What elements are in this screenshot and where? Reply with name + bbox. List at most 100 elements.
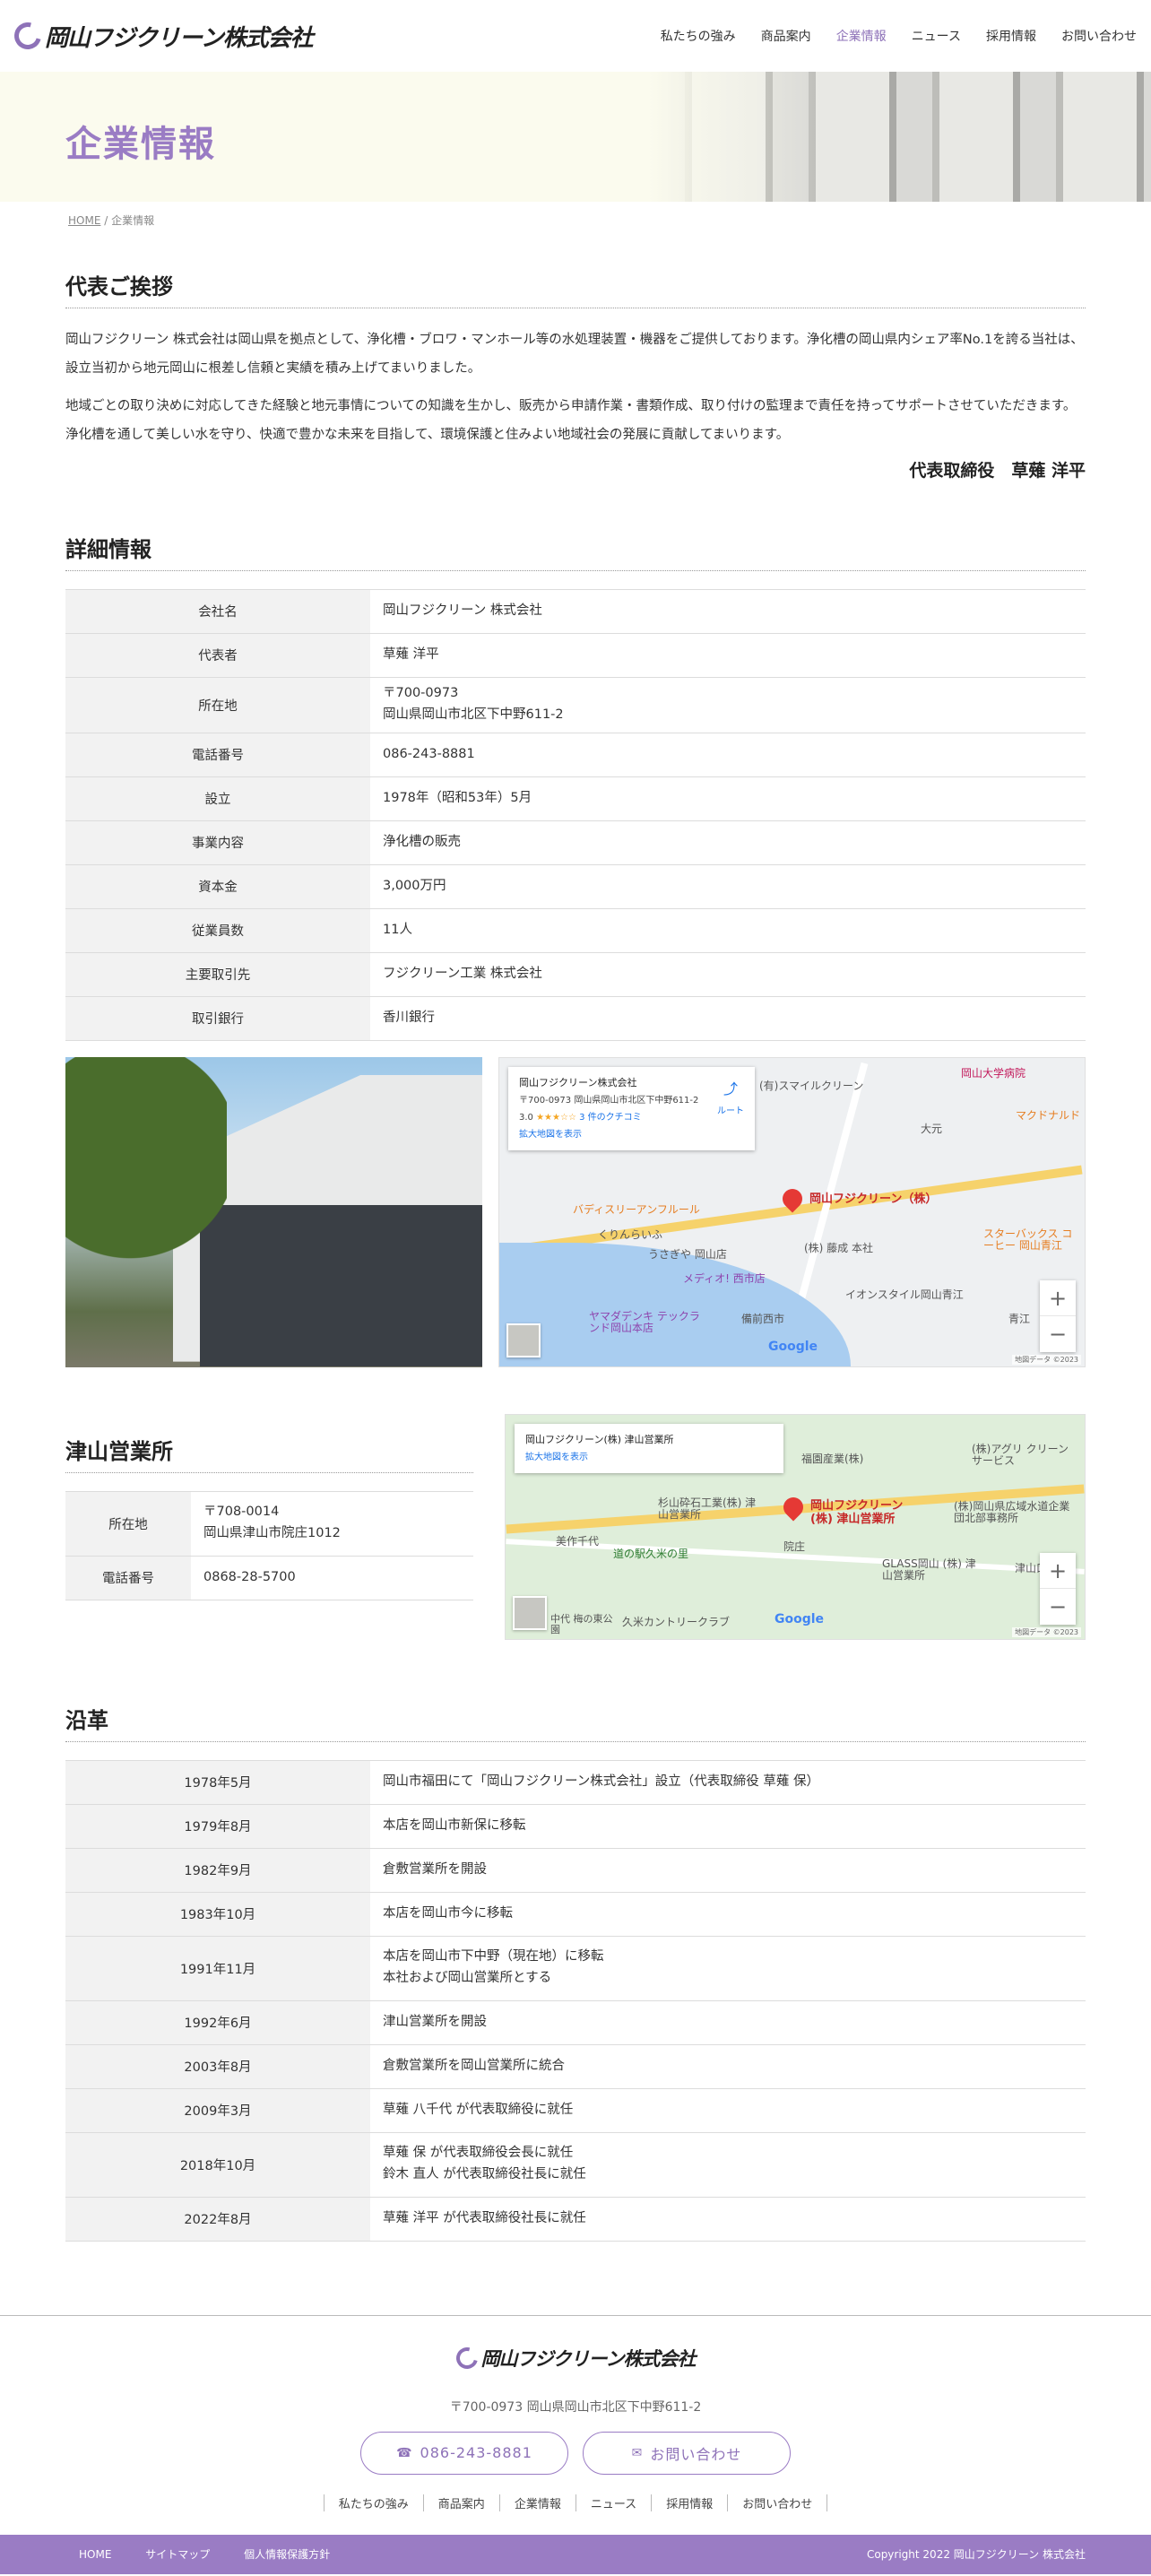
row-key: 1978年5月	[65, 1759, 370, 1805]
row-key: 1992年6月	[65, 2000, 370, 2045]
table-row: 1979年8月 本店を岡山市新保に移転	[65, 1804, 1086, 1849]
photo-entrance	[200, 1204, 482, 1366]
nav-company[interactable]: 企業情報	[824, 27, 899, 45]
footer-link-news[interactable]: ニュース	[576, 2494, 653, 2511]
row-value-line: 草薙 洋平	[383, 646, 439, 662]
row-value: 〒708-0014 岡山県津山市院庄1012	[191, 1490, 473, 1557]
footer-link-products[interactable]: 商品案内	[424, 2494, 500, 2511]
table-row: 2018年10月 草薙 保 が代表取締役会長に就任 鈴木 直人 が代表取締役社長に就…	[65, 2132, 1086, 2198]
row-key: 1983年10月	[65, 1892, 370, 1937]
bottom-link-home[interactable]: HOME	[79, 2548, 111, 2561]
zoom-out-button[interactable]: −	[1040, 1316, 1076, 1352]
phone-button[interactable]: ☎ 086-243-8881	[360, 2431, 568, 2475]
map-label: (株)岡山県広域水道企業団北部事務所	[954, 1499, 1070, 1525]
map-label: 久米カントリークラブ	[622, 1615, 731, 1628]
map-label: メディオ! 西市店	[683, 1271, 766, 1285]
phone-icon: ☎	[396, 2445, 413, 2460]
breadcrumb-current: 企業情報	[111, 214, 155, 227]
footer-link-strengths[interactable]: 私たちの強み	[323, 2494, 424, 2511]
map-label: うさぎや 岡山店	[648, 1247, 727, 1261]
office-photo	[65, 1056, 482, 1367]
tsuyama-info: 津山営業所 所在地 〒708-0014 岡山県津山市院庄1012 電話番号 0868-…	[65, 1414, 473, 1640]
map-label: GLASS岡山 (株) 津山営業所	[882, 1557, 976, 1583]
greeting-title: 代表ご挨拶	[65, 269, 1086, 308]
map-label: 道の駅久米の里	[613, 1547, 689, 1560]
row-value: 草薙 洋平 が代表取締役社長に就任	[370, 2197, 1086, 2242]
row-value: 香川銀行	[370, 996, 1086, 1041]
logo-icon	[9, 17, 47, 55]
zoom-in-button[interactable]: +	[1040, 1553, 1076, 1589]
tsuyama-map[interactable]: 岡山フジクリーン (株) 津山営業所 福園産業(株) (株)アグリ クリーンサー…	[505, 1413, 1086, 1640]
map-label: (有)スマイルクリーン	[759, 1079, 864, 1092]
map-label: イオンスタイル岡山青江	[845, 1288, 964, 1301]
breadcrumb-home[interactable]: HOME	[68, 214, 100, 227]
table-row: 1982年9月 倉敷営業所を開設	[65, 1848, 1086, 1893]
zoom-out-button[interactable]: −	[1040, 1589, 1076, 1625]
bottom-link-privacy[interactable]: 個人情報保護方針	[244, 2548, 330, 2561]
nav-strengths[interactable]: 私たちの強み	[648, 27, 749, 45]
map-rating-value: 3.0	[519, 1113, 533, 1123]
contact-button[interactable]: ✉ お問い合わせ	[583, 2431, 791, 2475]
site-logo[interactable]: 岡山フジクリーン株式会社	[9, 17, 314, 55]
map-label: (株)アグリ クリーンサービス	[972, 1442, 1069, 1468]
photo-tree	[65, 1056, 227, 1367]
row-value: 11人	[370, 908, 1086, 953]
map-pin-label: 岡山フジクリーン（株）	[809, 1192, 938, 1206]
table-row: 2003年8月 倉敷営業所を岡山営業所に統合	[65, 2044, 1086, 2089]
nav-contact[interactable]: お問い合わせ	[1049, 27, 1137, 45]
footer-link-company[interactable]: 企業情報	[500, 2494, 576, 2511]
row-key: 2022年8月	[65, 2197, 370, 2242]
map-info-card: 岡山フジクリーン(株) 津山営業所 拡大地図を表示	[515, 1423, 783, 1474]
row-key: 2009年3月	[65, 2088, 370, 2133]
page-title: 企業情報	[65, 124, 216, 165]
row-key: 会社名	[65, 588, 370, 634]
map-info-card: 岡山フジクリーン株式会社 〒700-0973 岡山県岡山市北区下中野611-2 …	[508, 1066, 755, 1151]
logo-icon	[452, 2343, 481, 2372]
office-media-row: 岡山フジクリーン（株） (有)スマイルクリーン 岡山大学病院 大元 マクドナルド…	[65, 1056, 1086, 1367]
row-value-line: 鈴木 直人 が代表取締役社長に就任	[383, 2167, 586, 2182]
row-value-line: 0868-28-5700	[203, 1569, 296, 1584]
row-value: 草薙 洋平	[370, 633, 1086, 678]
head-office-map[interactable]: 岡山フジクリーン（株） (有)スマイルクリーン 岡山大学病院 大元 マクドナルド…	[498, 1056, 1086, 1367]
map-label: 大元	[921, 1122, 943, 1135]
row-value-line: 岡山県津山市院庄1012	[203, 1526, 341, 1541]
map-directions-button[interactable]: ⤴ ルート	[717, 1076, 744, 1120]
map-larger-link[interactable]: 拡大地図を表示	[525, 1449, 773, 1466]
row-key: 2003年8月	[65, 2044, 370, 2089]
row-value-line: 草薙 保 が代表取締役会長に就任	[383, 2146, 574, 2161]
row-value-line: 倉敷営業所を岡山営業所に統合	[383, 2058, 565, 2073]
table-row: 電話番号 086-243-8881	[65, 733, 1086, 777]
nav-products[interactable]: 商品案内	[749, 27, 824, 45]
map-zoom-control: + −	[1040, 1552, 1076, 1625]
row-value-line: 本店を岡山市下中野（現在地）に移転	[383, 1949, 604, 1965]
row-value-line: 本店を岡山市今に移転	[383, 1905, 513, 1921]
nav-news[interactable]: ニュース	[899, 27, 974, 45]
map-larger-link[interactable]: 拡大地図を表示	[519, 1126, 744, 1143]
footer-address: 〒700-0973 岡山県岡山市北区下中野611-2	[449, 2399, 702, 2415]
map-satellite-toggle[interactable]	[513, 1595, 547, 1630]
map-label: 杉山砕石工業(株) 津山営業所	[658, 1496, 757, 1522]
table-row: 1992年6月 津山営業所を開設	[65, 2000, 1086, 2045]
map-satellite-toggle[interactable]	[506, 1323, 541, 1357]
table-row: 従業員数 11人	[65, 908, 1086, 953]
table-row: 事業内容 浄化槽の販売	[65, 820, 1086, 865]
row-value-line: 3,000万円	[383, 878, 446, 893]
row-key: 1982年9月	[65, 1848, 370, 1893]
row-value-line: 草薙 八千代 が代表取締役に就任	[383, 2102, 574, 2117]
row-key: 所在地	[65, 1490, 191, 1557]
footer-link-contact[interactable]: お問い合わせ	[728, 2494, 828, 2511]
bottom-link-sitemap[interactable]: サイトマップ	[145, 2548, 210, 2561]
history-section: 沿革 1978年5月 岡山市福田にて「岡山フジクリーン株式会社」設立（代表取締役 …	[65, 1703, 1086, 2242]
zoom-in-button[interactable]: +	[1040, 1280, 1076, 1316]
footer-link-recruit[interactable]: 採用情報	[652, 2494, 729, 2511]
tsuyama-section: 津山営業所 所在地 〒708-0014 岡山県津山市院庄1012 電話番号 0868-…	[65, 1413, 1086, 1640]
map-reviews-link[interactable]: 3 件のクチコミ	[579, 1113, 642, 1123]
footer-logo[interactable]: 岡山フジクリーン株式会社	[452, 2343, 696, 2372]
row-key: 電話番号	[65, 1556, 191, 1600]
row-key: 所在地	[65, 677, 370, 733]
map-label: 備前西市	[741, 1312, 785, 1325]
main-content: 代表ご挨拶 岡山フジクリーン 株式会社は岡山県を拠点として、浄化槽・ブロワ・マン…	[65, 269, 1086, 2242]
nav-recruit[interactable]: 採用情報	[974, 27, 1049, 45]
row-key: 資本金	[65, 864, 370, 909]
row-value: 草薙 保 が代表取締役会長に就任 鈴木 直人 が代表取締役社長に就任	[370, 2132, 1086, 2198]
